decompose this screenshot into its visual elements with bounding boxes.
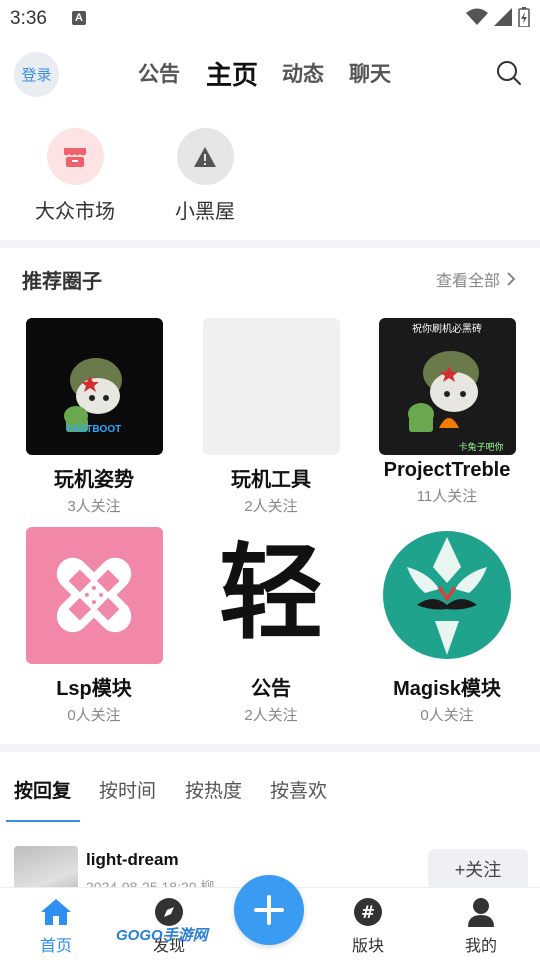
compass-icon xyxy=(155,898,183,926)
circle-name: 公告 xyxy=(251,678,291,700)
tab-chat[interactable]: 聊天 xyxy=(349,58,391,88)
svg-text:#: # xyxy=(361,903,375,923)
warning-icon xyxy=(176,128,234,185)
plus-icon xyxy=(254,895,284,925)
circle-name: ProjectTreble xyxy=(383,459,511,481)
fastboot-text: FASTBOOT xyxy=(66,424,122,435)
watermark-logo: GOGO手游网 xyxy=(116,927,208,944)
circle-card[interactable]: FASTBOOT 玩机姿势 3人关注 xyxy=(19,318,169,516)
entry-market[interactable]: 大众市场 xyxy=(20,128,130,224)
magisk-logo-icon xyxy=(382,531,511,659)
circle-thumbnail: 轻 xyxy=(202,527,340,664)
circle-follow-count: 0人关注 xyxy=(420,707,474,724)
section-divider xyxy=(0,240,540,248)
chevron-right-icon xyxy=(507,272,516,286)
light-char-logo: 轻 xyxy=(218,532,323,654)
top-tabs: 公告 主页 动态 聊天 xyxy=(0,58,540,92)
status-bar: 3:36 A xyxy=(0,0,540,36)
status-time: 3:36 xyxy=(10,8,47,29)
system-icons xyxy=(466,7,530,27)
cellular-signal-icon xyxy=(494,8,512,26)
circle-thumbnail: 祝你刷机必黑砖 卡兔子吧你 xyxy=(378,318,516,455)
circle-thumbnail: FASTBOOT xyxy=(25,318,163,455)
tab-feed[interactable]: 动态 xyxy=(282,58,324,88)
circle-follow-count: 3人关注 xyxy=(67,498,121,515)
nav-me-label: 我的 xyxy=(464,938,497,955)
entry-market-label: 大众市场 xyxy=(35,201,115,223)
search-icon[interactable] xyxy=(496,60,522,86)
circle-card[interactable]: 轻 公告 2人关注 xyxy=(196,527,346,725)
avatar[interactable] xyxy=(14,846,78,890)
notification-a-icon: A xyxy=(72,11,86,25)
sort-tab-hot[interactable]: 按热度 xyxy=(185,776,242,803)
nav-me[interactable]: 我的 xyxy=(441,896,521,956)
mascot-image xyxy=(407,351,479,432)
tab-announcement[interactable]: 公告 xyxy=(138,58,180,88)
entry-blackroom-label: 小黑屋 xyxy=(175,201,235,223)
nav-home-label: 首页 xyxy=(39,938,72,955)
circle-name: Magisk模块 xyxy=(393,678,501,700)
tab-home[interactable]: 主页 xyxy=(206,55,258,92)
view-all-link[interactable]: 查看全部 xyxy=(436,267,516,291)
home-icon xyxy=(41,899,71,925)
follow-button[interactable]: +关注 xyxy=(428,849,528,889)
hashtag-icon: # xyxy=(354,898,382,926)
circle-card[interactable]: 祝你刷机必黑砖 卡兔子吧你 ProjectTreble 11人关注 xyxy=(372,318,522,506)
section-divider xyxy=(0,744,540,752)
quick-entries: 大众市场 小黑屋 xyxy=(0,128,540,228)
circle-thumbnail-placeholder xyxy=(202,318,340,455)
circle-name: 玩机姿势 xyxy=(54,469,134,491)
circle-thumbnail xyxy=(25,527,163,664)
circle-card[interactable]: Lsp模块 0人关注 xyxy=(19,527,169,725)
circle-follow-count: 0人关注 xyxy=(67,707,121,724)
circle-card[interactable]: Magisk模块 0人关注 xyxy=(372,527,522,725)
nav-sections[interactable]: # 版块 xyxy=(328,896,408,956)
recommended-title: 推荐圈子 xyxy=(22,271,102,293)
nav-home[interactable]: 首页 xyxy=(16,896,96,956)
entry-blackroom[interactable]: 小黑屋 xyxy=(150,128,260,224)
sort-tab-reply[interactable]: 按回复 xyxy=(14,776,71,803)
bandage-logo-icon xyxy=(56,557,131,633)
circle-follow-count: 2人关注 xyxy=(244,498,298,515)
user-icon xyxy=(468,898,494,927)
active-tab-indicator xyxy=(6,820,80,822)
circle-thumbnail xyxy=(379,527,516,664)
create-post-button[interactable] xyxy=(234,875,304,945)
sort-tabs: 按回复 按时间 按热度 按喜欢 xyxy=(0,776,540,822)
circle-follow-count: 2人关注 xyxy=(244,707,298,724)
nav-sections-label: 版块 xyxy=(351,938,384,955)
circle-follow-count: 11人关注 xyxy=(416,488,478,505)
circle-name: 玩机工具 xyxy=(231,469,311,491)
battery-icon xyxy=(518,7,530,27)
sort-tab-like[interactable]: 按喜欢 xyxy=(270,776,327,803)
circle-card[interactable]: 玩机工具 2人关注 xyxy=(196,318,346,516)
top-header: 登录 公告 主页 动态 聊天 xyxy=(0,50,540,100)
sort-tab-time[interactable]: 按时间 xyxy=(99,776,156,803)
meme-top-text: 祝你刷机必黑砖 xyxy=(412,324,482,335)
meme-bottom-text: 卡兔子吧你 xyxy=(458,442,504,452)
circle-name: Lsp模块 xyxy=(56,678,132,700)
post-username[interactable]: light-dream xyxy=(86,850,179,870)
wifi-icon xyxy=(466,8,488,25)
store-icon xyxy=(46,128,104,185)
view-all-label: 查看全部 xyxy=(435,273,500,290)
